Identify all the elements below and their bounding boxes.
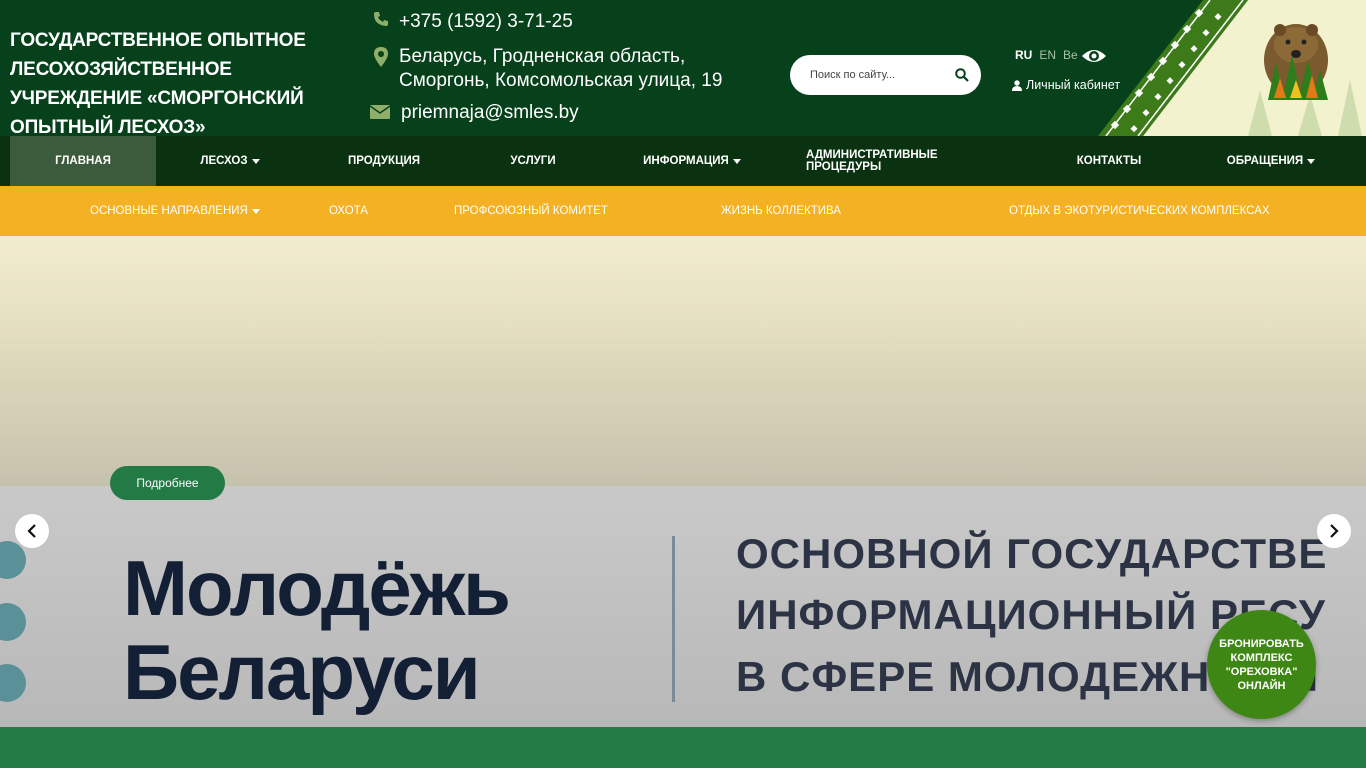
lang-en[interactable]: EN (1039, 48, 1056, 62)
nav-home[interactable]: Главная (10, 136, 156, 186)
slider-next-button[interactable] (1317, 514, 1351, 548)
nav-appeals[interactable]: Обращения (1218, 136, 1324, 186)
search-input[interactable] (810, 69, 950, 81)
slider-prev-button[interactable] (15, 514, 49, 548)
chevron-down-icon (732, 158, 741, 164)
organization-title[interactable]: Государственное опытное лесохозяйственно… (10, 26, 340, 142)
subnav-hunting[interactable]: Охота (329, 186, 368, 236)
site-header: Государственное опытное лесохозяйственно… (0, 0, 1366, 138)
banner-title-line1: Молодёжь (123, 544, 511, 632)
nav-admin-procedures[interactable]: Административные процедуры (806, 136, 1006, 186)
chevron-right-icon (1330, 524, 1339, 538)
decor-dot (0, 541, 26, 579)
more-button[interactable]: Подробнее (110, 466, 225, 500)
phone-icon (369, 11, 393, 27)
nav-information[interactable]: Информация (636, 136, 748, 186)
address-text: Беларусь, Гродненская область, Сморгонь,… (399, 46, 723, 91)
search-box (790, 55, 981, 95)
lang-be[interactable]: Be (1063, 48, 1078, 62)
subnav-ecotourism[interactable]: Отдых в экотуристических комплексах (1009, 186, 1270, 236)
nav-leshoz[interactable]: Лесхоз (170, 136, 290, 186)
subnav-main-directions[interactable]: Основные направления (90, 186, 260, 236)
email-contact[interactable]: priemnaja@smles.by (369, 102, 579, 124)
hero-slider: Подробнее Молодёжь Беларуси ОСНОВНОЙ ГОС… (0, 236, 1366, 727)
phone-contact[interactable]: +375 (1592) 3-71-25 (369, 11, 573, 33)
nav-services[interactable]: Услуги (490, 136, 576, 186)
banner-subtitle-line1: ОСНОВНОЙ ГОСУДАРСТВЕ (736, 530, 1328, 577)
phone-number[interactable]: +375 (1592) 3-71-25 (399, 11, 573, 33)
subnav-trade-union[interactable]: Профсоюзный комитет (454, 186, 608, 236)
chevron-down-icon (1307, 158, 1316, 164)
book-oreхovka-button[interactable]: Бронировать комплекс "Ореховка" онлайн (1207, 610, 1316, 719)
banner-divider (672, 536, 675, 702)
secondary-navigation: Основные направления Охота Профсоюзный к… (0, 186, 1366, 236)
envelope-icon (369, 105, 391, 119)
bottom-section-bar (0, 727, 1366, 768)
user-icon (1012, 79, 1022, 91)
language-switcher: RU EN Be (1015, 48, 1078, 62)
decor-dot (0, 603, 26, 641)
chevron-left-icon (27, 524, 36, 538)
banner-title-line2: Беларуси (123, 628, 481, 716)
main-navigation: Главная Лесхоз Продукция Услуги Информац… (0, 136, 1366, 186)
lang-ru[interactable]: RU (1015, 48, 1032, 62)
nav-contacts[interactable]: Контакты (1066, 136, 1152, 186)
chevron-down-icon (251, 158, 260, 164)
address-contact: Беларусь, Гродненская область, Сморгонь,… (369, 45, 729, 93)
nav-products[interactable]: Продукция (330, 136, 438, 186)
forest-bear-emblem (1098, 0, 1366, 136)
decor-dot (0, 664, 26, 702)
search-icon[interactable] (955, 68, 969, 82)
subnav-team-life[interactable]: Жизнь коллектива (721, 186, 841, 236)
slide-image-top (0, 236, 1366, 486)
map-marker-icon (369, 47, 393, 67)
chevron-down-icon (251, 208, 260, 214)
email-address[interactable]: priemnaja@smles.by (401, 102, 579, 124)
